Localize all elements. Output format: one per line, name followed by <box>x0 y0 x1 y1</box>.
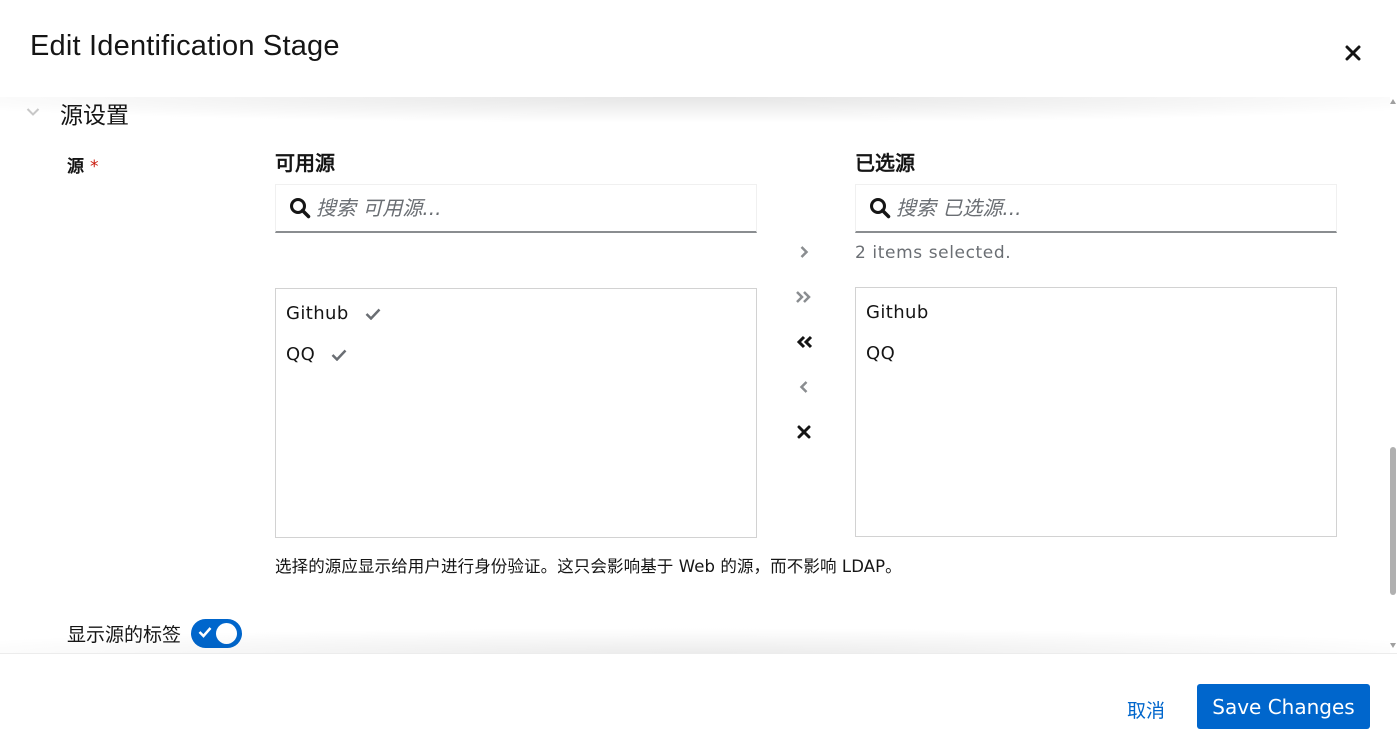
remove-selected-button[interactable] <box>786 370 822 404</box>
chosen-list: Github QQ <box>855 287 1337 537</box>
edit-stage-modal: Edit Identification Stage 源设置 源 * 可用源 搜索… <box>0 0 1397 755</box>
scrollbar-thumb[interactable] <box>1390 447 1396 595</box>
check-icon <box>198 626 212 638</box>
helper-text: 选择的源应显示给用户进行身份验证。这只会影响基于 Web 的源，而不影响 LDA… <box>275 557 902 576</box>
required-marker: * <box>90 157 99 177</box>
cancel-button[interactable]: 取消 <box>1127 696 1165 723</box>
section-toggle[interactable] <box>24 103 42 121</box>
chosen-item-label: Github <box>866 302 929 323</box>
available-search <box>275 184 757 233</box>
available-list: Github QQ <box>275 288 757 538</box>
chosen-pane-title: 已选源 <box>855 151 915 175</box>
modal-body[interactable]: 源设置 源* 可用源 Github <box>0 97 1390 653</box>
chosen-item-qq[interactable]: QQ <box>856 333 1336 374</box>
search-icon <box>868 196 892 220</box>
available-item-label: Github <box>286 303 349 324</box>
modal-footer: 取消 Save Changes <box>0 653 1397 755</box>
show-labels-switch[interactable] <box>191 618 243 648</box>
scroll-down-arrow-icon[interactable] <box>1390 643 1396 648</box>
angle-double-right-icon <box>796 291 811 303</box>
switch-label: 显示源的标签 <box>67 623 182 646</box>
add-selected-button[interactable] <box>786 235 822 269</box>
available-search-input[interactable] <box>316 196 746 220</box>
check-icon <box>365 308 381 320</box>
switch-knob <box>216 622 238 644</box>
times-icon <box>797 425 811 439</box>
field-label-text: 源 <box>67 157 84 177</box>
close-button[interactable] <box>1338 38 1368 68</box>
add-all-button[interactable] <box>786 280 822 314</box>
check-icon <box>331 349 347 361</box>
show-labels-switch-row: 显示源的标签 <box>67 618 243 648</box>
available-pane-title: 可用源 <box>275 151 335 175</box>
angle-double-left-icon <box>796 335 813 349</box>
search-icon <box>288 196 312 220</box>
modal-header: Edit Identification Stage <box>0 0 1397 97</box>
chosen-status: 2 items selected. <box>855 243 1012 263</box>
chosen-item-label: QQ <box>866 343 896 364</box>
angle-right-icon <box>800 246 809 258</box>
chevron-down-icon <box>26 108 40 116</box>
chosen-item-github[interactable]: Github <box>856 292 1336 333</box>
close-icon <box>1345 45 1361 61</box>
clear-button[interactable] <box>786 415 822 449</box>
available-item-qq[interactable]: QQ <box>276 334 756 375</box>
section-title: 源设置 <box>60 103 129 129</box>
available-item-github[interactable]: Github <box>276 293 756 334</box>
scroll-up-arrow-icon[interactable] <box>1390 99 1396 104</box>
sources-field-label: 源 * <box>67 152 99 177</box>
chosen-search-input[interactable] <box>896 196 1326 220</box>
chosen-search <box>855 184 1337 233</box>
remove-all-button[interactable] <box>786 325 822 359</box>
angle-left-icon <box>799 381 808 393</box>
available-item-label: QQ <box>286 344 316 365</box>
modal-title: Edit Identification Stage <box>30 30 340 62</box>
save-changes-button[interactable]: Save Changes <box>1197 684 1370 729</box>
